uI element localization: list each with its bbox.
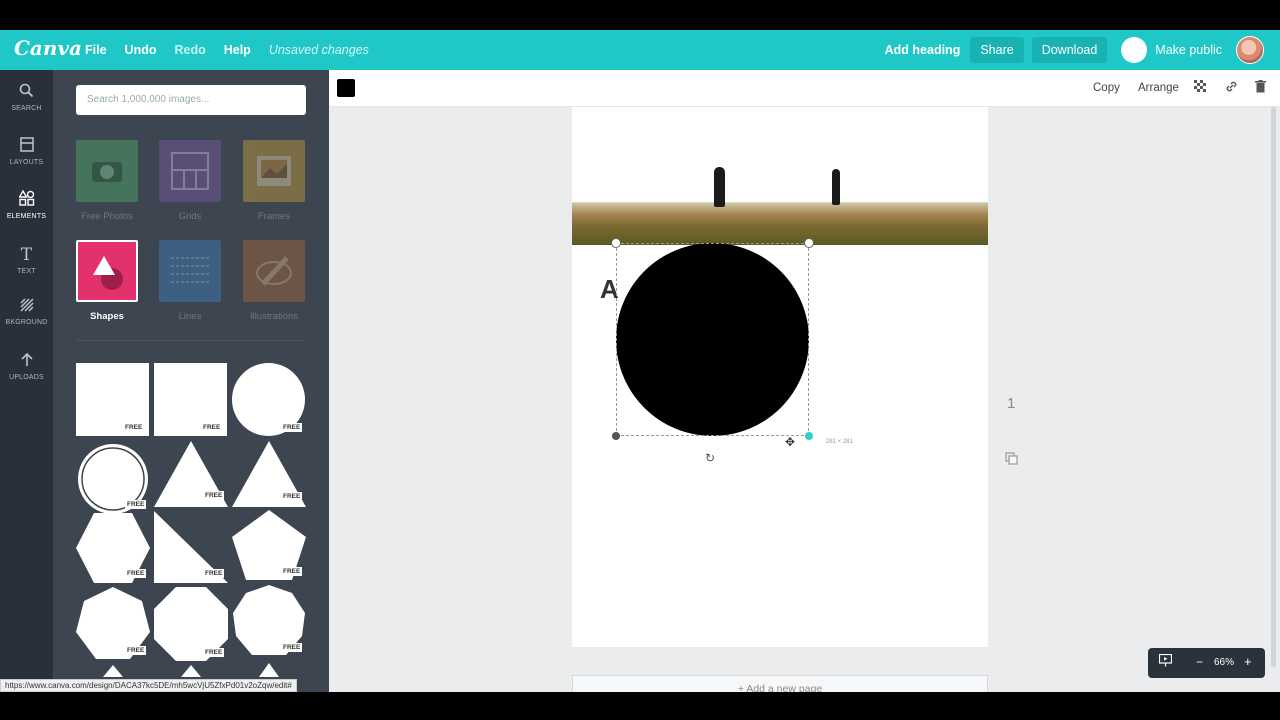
free-badge: FREE <box>125 500 147 509</box>
elements-panel: Search 1,000,000 images... Free Photos G… <box>53 70 329 692</box>
redo-button[interactable]: Redo <box>174 43 205 57</box>
category-label: Illustrations <box>249 311 299 322</box>
free-badge: FREE <box>125 646 147 655</box>
zoom-level[interactable]: 66% <box>1214 657 1234 668</box>
sidebar-item-background[interactable]: BKGROUND <box>0 298 53 326</box>
shape-partial[interactable] <box>259 663 279 677</box>
free-badge: FREE <box>281 643 303 652</box>
page-number: 1 <box>1007 395 1016 412</box>
category-label: Frames <box>257 211 291 222</box>
help-menu[interactable]: Help <box>224 43 251 57</box>
person-silhouette <box>832 169 840 205</box>
category-label: Lines <box>178 311 202 322</box>
camera-icon <box>76 140 138 202</box>
free-badge: FREE <box>203 491 225 500</box>
sidebar-item-label: SEARCH <box>11 105 42 112</box>
zoom-in-button[interactable]: + <box>1244 654 1252 669</box>
elements-icon <box>0 189 53 210</box>
sidebar-item-label: LAYOUTS <box>9 159 44 166</box>
category-label: Free Photos <box>81 211 133 222</box>
free-badge: FREE <box>281 567 303 576</box>
sidebar-item-elements[interactable]: ELEMENTS <box>0 189 53 220</box>
person-silhouette <box>714 167 725 207</box>
background-icon <box>0 298 53 316</box>
shape-partial[interactable] <box>103 665 123 677</box>
sidebar-item-search[interactable]: SEARCH <box>0 83 53 112</box>
move-cursor-icon: ✥ <box>785 435 796 449</box>
panel-divider <box>76 340 306 341</box>
sidebar-item-label: BKGROUND <box>5 319 48 326</box>
text-icon: T <box>20 245 33 265</box>
sidebar-item-label: UPLOADS <box>9 374 44 381</box>
resize-handle-top-left[interactable] <box>611 238 621 248</box>
grid-icon <box>159 140 221 202</box>
editor-toolbar: Copy Arrange <box>329 70 1280 107</box>
free-badge: FREE <box>201 423 223 432</box>
add-heading-button[interactable]: Add heading <box>885 43 961 57</box>
resize-handle-top-right[interactable] <box>804 238 814 248</box>
status-url: https://www.canva.com/design/DACA37kc5DE… <box>0 679 297 692</box>
link-icon[interactable] <box>1225 80 1238 96</box>
free-badge: FREE <box>281 423 303 432</box>
save-status: Unsaved changes <box>268 43 369 57</box>
file-menu[interactable]: File <box>85 43 107 57</box>
canva-editor: Canva File Undo Redo Help Unsaved change… <box>0 30 1280 692</box>
add-page-button[interactable]: + Add a new page <box>572 675 988 692</box>
sidebar-item-layouts[interactable]: LAYOUTS <box>0 137 53 166</box>
category-shapes[interactable]: Shapes <box>76 240 138 322</box>
zoom-control: − 66% + <box>1148 648 1265 678</box>
transparency-icon[interactable] <box>1194 80 1206 95</box>
landscape-photo[interactable] <box>572 149 988 245</box>
free-badge: FREE <box>203 569 225 578</box>
category-illustrations[interactable]: Illustrations <box>243 240 305 322</box>
shape-partial[interactable] <box>181 665 201 677</box>
selection-size-label: 281 × 281 <box>826 439 853 445</box>
free-badge: FREE <box>281 492 303 501</box>
top-bar: Canva File Undo Redo Help Unsaved change… <box>0 30 1280 70</box>
copy-button[interactable]: Copy <box>1093 82 1120 94</box>
download-button[interactable]: Download <box>1031 37 1108 63</box>
make-public-label[interactable]: Make public <box>1155 43 1222 57</box>
pencil-icon <box>243 240 305 302</box>
arrange-button[interactable]: Arrange <box>1138 82 1179 94</box>
category-grids[interactable]: Grids <box>159 140 221 222</box>
editor-scrollbar[interactable] <box>1271 107 1276 667</box>
category-frames[interactable]: Frames <box>243 140 305 222</box>
sidebar-item-label: ELEMENTS <box>6 213 47 220</box>
selection-box <box>616 243 809 436</box>
category-label: Grids <box>178 211 202 222</box>
duplicate-page-icon[interactable] <box>1005 452 1018 468</box>
layouts-icon <box>0 137 53 156</box>
image-search-input[interactable]: Search 1,000,000 images... <box>76 85 306 115</box>
rotate-icon[interactable]: ↻ <box>705 451 715 465</box>
color-swatch[interactable] <box>337 79 355 97</box>
free-badge: FREE <box>203 648 225 657</box>
avatar[interactable] <box>1236 36 1264 64</box>
undo-button[interactable]: Undo <box>125 43 157 57</box>
present-icon[interactable] <box>1158 653 1173 670</box>
sidebar-item-uploads[interactable]: UPLOADS <box>0 352 53 381</box>
sidebar-nav: SEARCH LAYOUTS ELEMENTS T TEXT BKGROUND <box>0 70 53 692</box>
make-public-toggle[interactable] <box>1121 37 1148 63</box>
upload-icon <box>0 352 53 371</box>
sidebar-item-text[interactable]: T TEXT <box>0 245 53 275</box>
zoom-out-button[interactable]: − <box>1196 655 1203 669</box>
resize-handle-bottom-left[interactable] <box>612 432 620 440</box>
sidebar-item-label: TEXT <box>17 268 36 275</box>
shapes-icon <box>76 240 138 302</box>
main-menu: File Undo Redo Help Unsaved changes <box>85 30 387 70</box>
free-badge: FREE <box>123 423 145 432</box>
lines-icon <box>159 240 221 302</box>
search-icon <box>0 83 53 102</box>
share-button[interactable]: Share <box>970 37 1024 63</box>
free-badge: FREE <box>125 569 147 578</box>
resize-handle-bottom-right[interactable] <box>805 432 813 440</box>
category-lines[interactable]: Lines <box>159 240 221 322</box>
frame-icon <box>243 140 305 202</box>
top-actions: Add heading Share Download Make public <box>885 30 1264 70</box>
trash-icon[interactable] <box>1255 80 1266 96</box>
category-label: Shapes <box>90 311 124 322</box>
canva-logo[interactable]: Canva <box>14 36 82 60</box>
category-free-photos[interactable]: Free Photos <box>76 140 138 222</box>
